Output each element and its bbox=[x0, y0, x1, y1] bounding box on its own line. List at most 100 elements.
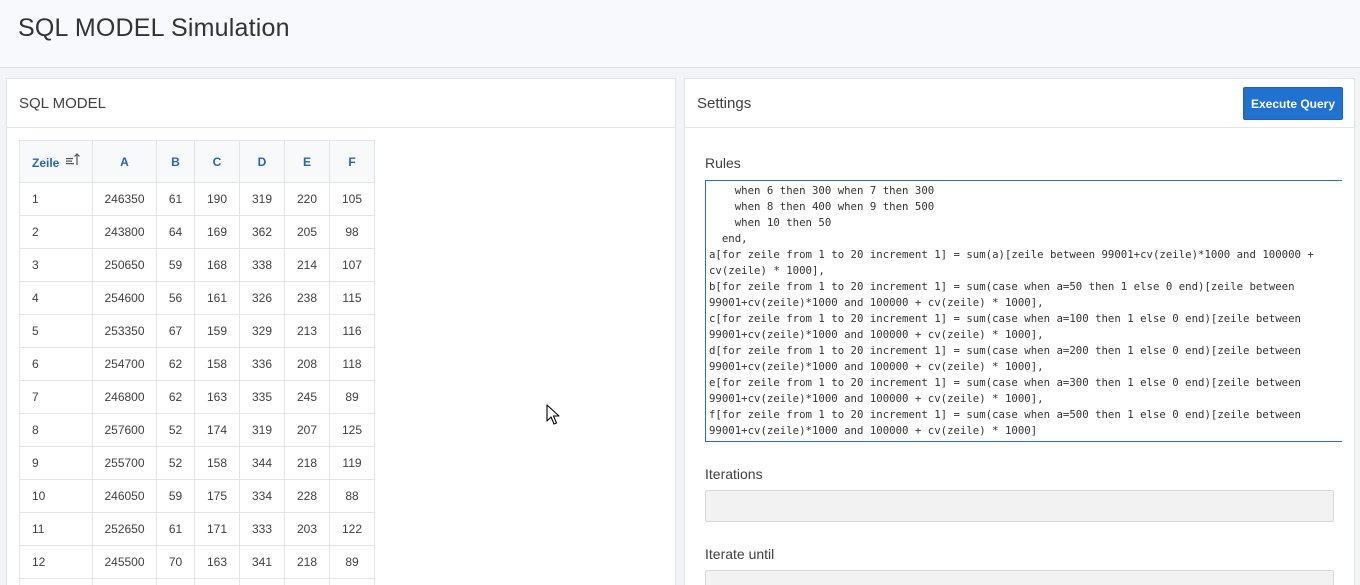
table-cell bbox=[156, 578, 195, 585]
table-cell: 208 bbox=[284, 347, 330, 381]
sql-model-region: SQL MODEL Zeile A B C D E F 1 246350 61 … bbox=[6, 78, 676, 585]
table-cell: 11 bbox=[19, 512, 93, 546]
table-cell: 163 bbox=[194, 545, 240, 579]
table-row: 6 254700 62 158 336 208 118 bbox=[19, 347, 375, 381]
table-cell: 158 bbox=[194, 446, 240, 480]
table-cell: 362 bbox=[239, 215, 285, 249]
column-header-e[interactable]: E bbox=[284, 140, 330, 183]
table-cell: 243800 bbox=[92, 215, 157, 249]
table-cell: 246050 bbox=[92, 479, 157, 513]
table-cell: 8 bbox=[19, 413, 93, 447]
table-cell: 338 bbox=[239, 248, 285, 282]
table-cell: 255700 bbox=[92, 446, 157, 480]
execute-query-button[interactable]: Execute Query bbox=[1243, 87, 1343, 120]
table-cell: 6 bbox=[19, 347, 93, 381]
table-row: 8 257600 52 174 319 207 125 bbox=[19, 413, 375, 447]
table-cell: 190 bbox=[194, 182, 240, 216]
iterate-until-label: Iterate until bbox=[705, 546, 775, 562]
sort-ascending-icon bbox=[65, 153, 80, 169]
table-cell: 7 bbox=[19, 380, 93, 414]
table-cell: 214 bbox=[284, 248, 330, 282]
table-cell: 59 bbox=[156, 248, 195, 282]
table-cell: 336 bbox=[239, 347, 285, 381]
table-cell: 329 bbox=[239, 314, 285, 348]
table-cell: 52 bbox=[156, 446, 195, 480]
table-cell: 254600 bbox=[92, 281, 157, 315]
column-header-a[interactable]: A bbox=[92, 140, 157, 183]
table-cell: 52 bbox=[156, 413, 195, 447]
table-cell: 64 bbox=[156, 215, 195, 249]
table-cell: 218 bbox=[284, 545, 330, 579]
table-cell: 169 bbox=[194, 215, 240, 249]
iterations-label: Iterations bbox=[705, 466, 763, 482]
table-cell bbox=[194, 578, 240, 585]
table-cell: 88 bbox=[329, 479, 375, 513]
table-cell: 254700 bbox=[92, 347, 157, 381]
table-cell: 3 bbox=[19, 248, 93, 282]
table-cell: 220 bbox=[284, 182, 330, 216]
table-body: 1 246350 61 190 319 220 105 2 243800 64 169 362 205 9… bbox=[19, 182, 375, 585]
column-header-label: Zeile bbox=[32, 156, 60, 170]
table-cell: 253350 bbox=[92, 314, 157, 348]
table-cell: 122 bbox=[329, 512, 375, 546]
table-cell bbox=[329, 578, 375, 585]
table-cell: 335 bbox=[239, 380, 285, 414]
table-cell bbox=[239, 578, 285, 585]
settings-region-title: Settings bbox=[697, 95, 752, 112]
table-cell: 56 bbox=[156, 281, 195, 315]
table-cell: 59 bbox=[156, 479, 195, 513]
table-cell: 319 bbox=[239, 182, 285, 216]
table-row: 4 254600 56 161 326 238 115 bbox=[19, 281, 375, 315]
settings-region: Settings Execute Query Rules when 6 then… bbox=[684, 78, 1355, 585]
table-cell: 333 bbox=[239, 512, 285, 546]
table-row: 7 246800 62 163 335 245 89 bbox=[19, 380, 375, 414]
table-cell: 12 bbox=[19, 545, 93, 579]
table-cell: 158 bbox=[194, 347, 240, 381]
table-cell: 168 bbox=[194, 248, 240, 282]
table-cell: 119 bbox=[329, 446, 375, 480]
sql-model-region-title: SQL MODEL bbox=[19, 95, 106, 112]
iterate-until-field[interactable] bbox=[705, 570, 1334, 585]
table-cell: 118 bbox=[329, 347, 375, 381]
table-row: 2 243800 64 169 362 205 98 bbox=[19, 215, 375, 249]
column-header-b[interactable]: B bbox=[156, 140, 195, 183]
table-cell: 5 bbox=[19, 314, 93, 348]
column-header-zeile[interactable]: Zeile bbox=[19, 140, 93, 183]
table-cell: 62 bbox=[156, 347, 195, 381]
table-cell: 125 bbox=[329, 413, 375, 447]
table-cell: 246350 bbox=[92, 182, 157, 216]
table-cell bbox=[92, 578, 157, 585]
table-cell: 228 bbox=[284, 479, 330, 513]
table-cell: 4 bbox=[19, 281, 93, 315]
table-cell: 10 bbox=[19, 479, 93, 513]
table-cell: 67 bbox=[156, 314, 195, 348]
table-cell: 218 bbox=[284, 446, 330, 480]
table-cell: 205 bbox=[284, 215, 330, 249]
table-cell: 207 bbox=[284, 413, 330, 447]
column-header-f[interactable]: F bbox=[329, 140, 375, 183]
rules-label: Rules bbox=[705, 155, 741, 171]
table-cell: 98 bbox=[329, 215, 375, 249]
table-cell: 250650 bbox=[92, 248, 157, 282]
table-cell: 1 bbox=[19, 182, 93, 216]
table-cell: 61 bbox=[156, 512, 195, 546]
table-cell: 319 bbox=[239, 413, 285, 447]
rules-textarea[interactable]: when 6 then 300 when 7 then 300 when 8 t… bbox=[705, 180, 1342, 442]
table-cell: 89 bbox=[329, 545, 375, 579]
column-header-c[interactable]: C bbox=[194, 140, 240, 183]
table-row: 11 252650 61 171 333 203 122 bbox=[19, 512, 375, 546]
sql-model-table: Zeile A B C D E F 1 246350 61 190 319 22… bbox=[19, 140, 375, 585]
table-row: 5 253350 67 159 329 213 116 bbox=[19, 314, 375, 348]
column-header-d[interactable]: D bbox=[239, 140, 285, 183]
table-cell: 344 bbox=[239, 446, 285, 480]
table-cell bbox=[19, 578, 93, 585]
table-cell: 245500 bbox=[92, 545, 157, 579]
table-cell: 62 bbox=[156, 380, 195, 414]
table-cell: 61 bbox=[156, 182, 195, 216]
iterations-field[interactable] bbox=[705, 490, 1334, 522]
table-cell: 326 bbox=[239, 281, 285, 315]
table-cell: 246800 bbox=[92, 380, 157, 414]
table-cell: 70 bbox=[156, 545, 195, 579]
table-cell bbox=[284, 578, 330, 585]
table-cell: 334 bbox=[239, 479, 285, 513]
